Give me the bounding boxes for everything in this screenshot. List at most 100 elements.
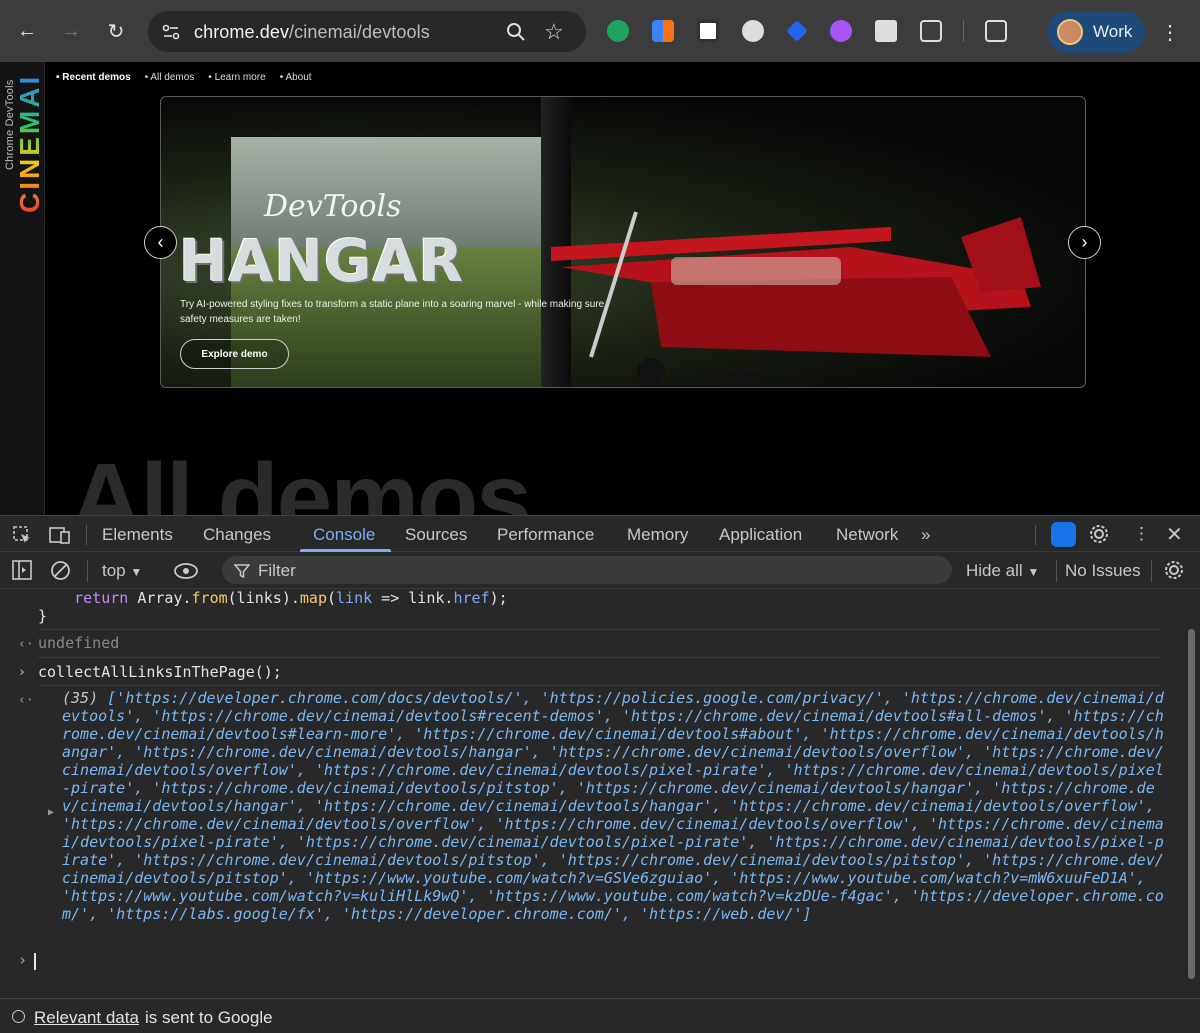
tab-performance[interactable]: Performance [497,525,594,545]
ai-disclaimer-bar: Relevant data is sent to Google [0,998,1200,1033]
page-viewport: Chrome DevTools CINEMAI Recent demos All… [0,62,1200,515]
undefined-result: undefined [38,634,120,652]
profile-label: Work [1093,22,1133,41]
prompt-chevron-icon: › [18,951,28,969]
tab-memory[interactable]: Memory [627,525,688,545]
code-line: } [38,607,48,625]
site-info-icon[interactable] [160,21,182,43]
prompt-chevron-icon: › [18,665,26,680]
brand-logo[interactable]: CINEMAI [14,68,46,213]
divider [1056,560,1057,582]
chevron-down-icon: ▼ [130,565,143,579]
nav-recent-demos[interactable]: Recent demos [56,72,130,83]
extension-icon[interactable] [697,20,719,42]
console-toolbar: top ▼ Filter Hide all ▼ No Issues [0,552,1200,589]
menu-icon[interactable]: ⋮ [1160,20,1180,45]
avatar [1057,19,1083,45]
context-selector[interactable]: top ▼ [102,561,142,581]
console-settings-icon[interactable] [1163,559,1185,581]
nav-about[interactable]: About [280,72,311,83]
nav-learn-more[interactable]: Learn more [208,72,266,83]
browser-toolbar: ← → ↻ chrome.dev/cinemai/devtools ☆ Work… [0,0,1200,62]
separator [38,629,1160,630]
console-input-caret[interactable] [34,953,36,970]
tab-elements[interactable]: Elements [102,525,173,545]
console-scrollbar[interactable] [1188,629,1195,979]
array-items: ['https://developer.chrome.com/docs/devt… [62,689,1164,923]
zoom-search-icon[interactable] [506,22,526,42]
separator [38,657,1160,658]
issues-counter[interactable]: No Issues [1065,561,1141,581]
layers-extension-icon[interactable] [786,20,808,42]
tab-console[interactable]: Console [313,525,375,545]
explore-demo-button[interactable]: Explore demo [180,339,289,369]
array-length: (35) [62,689,99,707]
device-toolbar-icon[interactable] [49,525,71,545]
close-devtools-icon[interactable]: ✕ [1166,522,1183,547]
return-arrow-icon: ‹· [18,637,34,652]
tab-sources[interactable]: Sources [405,525,467,545]
extension-icon[interactable] [830,20,852,42]
devtools-tabbar: Elements Changes Console Sources Perform… [0,515,1200,552]
tab-network[interactable]: Network [836,525,898,545]
filter-icon [234,564,250,579]
brand-rail: Chrome DevTools CINEMAI [0,62,45,515]
context-label: top [102,561,126,580]
nav-all-demos[interactable]: All demos [145,72,194,83]
divider [87,560,88,582]
extension-icon[interactable] [652,20,674,42]
code-line: return Array.from(links).map(link => lin… [38,589,508,607]
tab-changes[interactable]: Changes [203,525,271,545]
back-icon[interactable]: ← [10,14,44,48]
clear-console-icon[interactable] [50,560,71,581]
carousel-next-button[interactable]: › [1068,226,1101,259]
tab-search-icon[interactable] [985,20,1007,42]
more-options-icon[interactable]: ⋮ [1133,524,1150,544]
filter-placeholder: Filter [258,561,296,580]
address-bar[interactable]: chrome.dev/cinemai/devtools ☆ [148,11,586,52]
section-heading: All demos [70,443,532,515]
filter-input[interactable]: Filter [222,556,952,584]
expand-triangle-icon[interactable]: ▶ [48,807,54,818]
more-tabs-icon[interactable]: » [921,525,930,545]
grammar-extension-icon[interactable] [607,20,629,42]
forward-icon[interactable]: → [54,14,88,48]
console-output[interactable]: return Array.from(links).map(link => lin… [0,589,1200,998]
chevron-right-icon: › [1081,232,1088,252]
url-text: chrome.dev/cinemai/devtools [194,22,430,42]
tab-application[interactable]: Application [719,525,802,545]
hero-card: DevTools HANGAR Try AI-powered styling f… [160,96,1086,388]
chevron-left-icon: ‹ [157,232,164,252]
settings-gear-icon[interactable] [1088,523,1110,545]
toolbar-divider [963,20,964,42]
separator [38,685,1160,686]
hero-description: Try AI-powered styling fixes to transfor… [180,299,605,325]
carousel-prev-button[interactable]: ‹ [144,226,177,259]
bookmark-star-icon[interactable]: ☆ [544,19,564,45]
screen-capture-icon[interactable] [875,20,897,42]
hero-script-title: DevTools [264,189,402,224]
inspect-element-icon[interactable] [12,525,32,545]
divider [1151,560,1152,582]
sidebar-toggle-icon[interactable] [12,560,32,580]
ai-assistance-icon[interactable] [1051,522,1076,547]
globe-icon[interactable] [742,20,764,42]
tab-divider [1035,525,1036,545]
log-levels-label: Hide all [966,561,1023,580]
return-arrow-icon: ‹· [18,693,34,708]
info-circle-icon [12,1010,25,1023]
chevron-down-icon: ▼ [1027,565,1040,579]
disclaimer-text: is sent to Google [145,1008,273,1027]
red-plane-image [551,211,1041,387]
live-expression-eye-icon[interactable] [173,562,199,580]
reload-icon[interactable]: ↻ [99,14,133,48]
links-array-result[interactable]: (35) ['https://developer.chrome.com/docs… [62,689,1167,923]
profile-button[interactable]: Work [1047,11,1145,53]
tab-divider [86,525,87,545]
command-line: collectAllLinksInThePage(); [38,663,282,681]
hero-title: HANGAR [179,227,465,295]
extensions-puzzle-icon[interactable] [920,20,942,42]
page-nav: Recent demos All demos Learn more About [56,72,311,83]
log-levels-dropdown[interactable]: Hide all ▼ [966,561,1039,581]
relevant-data-link[interactable]: Relevant data [34,1008,139,1028]
